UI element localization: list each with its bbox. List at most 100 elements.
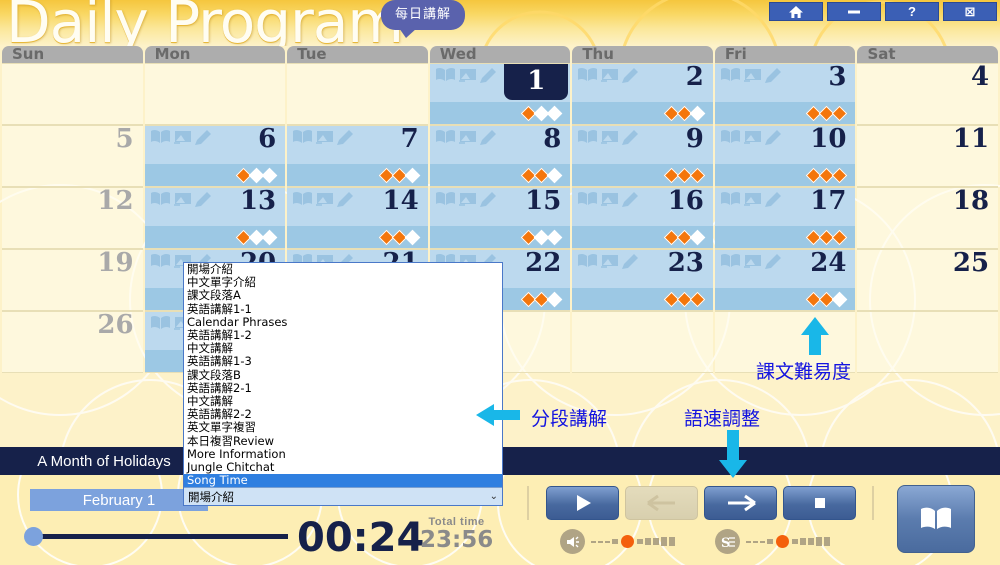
difficulty-diamond [832,167,848,183]
calendar-day-cell-6[interactable]: 6 [144,125,286,187]
speed-tick [816,537,822,546]
segment-option[interactable]: 本日複習Review [184,434,502,448]
volume-track[interactable] [591,535,675,548]
calendar-day-number: 9 [685,125,704,154]
calendar-day-number: 12 [97,187,134,216]
speed-track[interactable] [746,535,830,548]
segment-option-list[interactable]: 開場介紹 中文單字介紹 課文段落A 英語講解1-1 Calendar Phrases 英語… [184,262,502,488]
arrow-left-icon [646,494,675,512]
segment-option[interactable]: 課文段落A [184,289,502,302]
calendar-day-cell-23[interactable]: 23 [572,249,713,311]
play-button[interactable] [546,486,619,520]
annotation-segment-arrow [474,402,522,433]
speed-knob[interactable] [776,535,789,548]
calendar-day-cell-17[interactable]: 17 [714,187,856,249]
difficulty-diamond [547,229,563,245]
speed-tick [753,540,758,543]
difficulty-diamond [547,291,563,307]
calendar-day-cell-26[interactable]: 26 [2,311,143,373]
difficulty-bar [144,164,286,186]
calendar-day-cell-10[interactable]: 10 [714,125,856,187]
difficulty-bar [572,226,713,248]
previous-button[interactable] [625,486,698,520]
volume-tick [669,537,675,546]
lesson-media-icons [720,191,788,212]
volume-tick [637,539,643,544]
segment-select-box[interactable]: 開場介紹 ⌄ [184,487,502,506]
difficulty-bar [572,288,713,310]
calendar-day-cell-3[interactable]: 3 [714,63,856,125]
difficulty-diamond [689,229,706,245]
seek-knob[interactable] [24,527,43,546]
calendar-day-cell-empty [572,311,713,373]
segment-dropdown[interactable]: 開場介紹 中文單字介紹 課文段落A 英語講解1-1 Calendar Phrases 英語… [183,262,503,507]
volume-knob[interactable] [621,535,634,548]
minimize-button[interactable] [827,2,881,21]
window-controls: ? ⊠ [769,2,997,21]
calendar-day-cell-9[interactable]: 9 [572,125,713,187]
next-button[interactable] [704,486,777,520]
calendar-day-cell-7[interactable]: 7 [287,125,428,187]
calendar-day-cell-5[interactable]: 5 [2,125,143,187]
calendar-day-cell-11[interactable]: 11 [857,125,999,187]
difficulty-bar [714,164,856,186]
lesson-media-icons [150,191,218,212]
segment-option[interactable]: 英語講解1-1 [184,302,502,316]
calendar-day-number: 24 [810,249,847,278]
player-divider-left [527,486,529,520]
calendar-day-cell-2[interactable]: 2 [572,63,713,125]
home-button[interactable] [769,2,823,21]
calendar-day-cell-16[interactable]: 16 [572,187,713,249]
calendar-day-cell-1[interactable]: 1 [429,63,571,125]
stop-button[interactable] [783,486,856,520]
speaker-icon[interactable] [560,529,585,554]
page-title: Daily Program [6,0,404,46]
close-boxed-icon: ⊠ [964,4,976,19]
difficulty-diamond [547,167,563,183]
annotation-segment-label: 分段講解 [531,408,608,430]
lesson-media-icons [577,191,645,212]
difficulty-diamond [832,229,848,245]
calendar-day-number: 2 [685,63,704,92]
calendar-day-cell-15[interactable]: 15 [429,187,571,249]
close-button[interactable]: ⊠ [943,2,997,21]
calendar-day-number: 8 [543,125,562,154]
segment-option[interactable]: Song Time [184,474,502,488]
difficulty-bar [429,102,571,124]
calendar-week-row: 1 2 3 4 [2,63,999,125]
calendar-day-cell-25[interactable]: 25 [857,249,999,311]
calendar-day-cell-empty [857,311,999,373]
seek-track[interactable] [28,534,288,539]
chevron-down-icon: ⌄ [489,491,498,503]
difficulty-diamond [689,105,706,121]
calendar-day-cell-8[interactable]: 8 [429,125,571,187]
calendar-day-cell-18[interactable]: 18 [857,187,999,249]
segment-option[interactable]: 英語講解1-3 [184,355,502,368]
textbook-button[interactable] [897,485,975,553]
seek-slider[interactable] [24,527,288,546]
difficulty-bar [714,102,856,124]
transport-controls [546,486,856,520]
current-time: 00:24 [297,515,425,561]
calendar-day-cell-12[interactable]: 12 [2,187,143,249]
calendar-day-cell-4[interactable]: 4 [857,63,999,125]
segment-option[interactable]: 課文段落B [184,368,502,382]
lesson-media-icons [435,67,503,88]
calendar-day-cell-19[interactable]: 19 [2,249,143,311]
volume-tick [591,540,596,543]
lesson-media-icons [435,191,503,212]
calendar-header-tue: Tue [287,46,428,63]
segment-option[interactable]: 英文單字複習 [184,421,502,434]
open-book-icon [921,507,951,529]
speed-s-icon[interactable]: S [715,529,740,554]
calendar-day-cell-24[interactable]: 24 [714,249,856,311]
help-button[interactable]: ? [885,2,939,21]
calendar-day-number: 22 [525,249,562,278]
calendar-day-cell-14[interactable]: 14 [287,187,428,249]
calendar-day-cell-13[interactable]: 13 [144,187,286,249]
arrow-right-icon [727,494,756,512]
volume-slider[interactable] [560,529,675,554]
difficulty-bar [714,226,856,248]
speed-slider[interactable]: S [715,529,830,554]
calendar-header-sun: Sun [2,46,143,63]
